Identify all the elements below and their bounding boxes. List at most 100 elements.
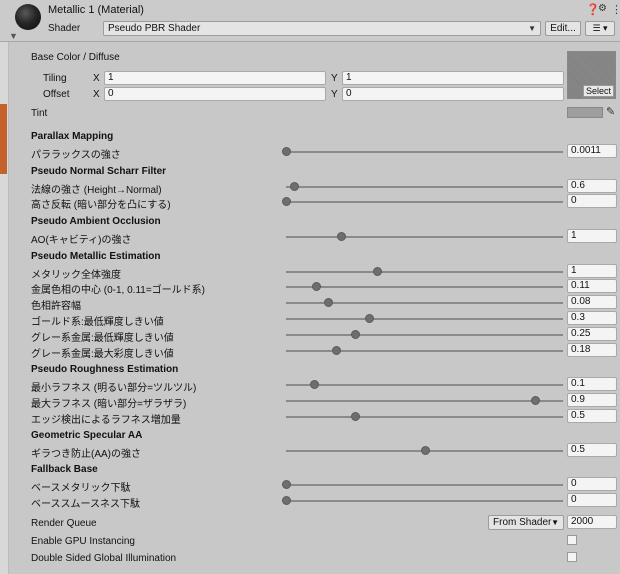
height-invert-slider-handle[interactable] — [282, 197, 291, 206]
base-smoothness-offset-slider-track[interactable] — [286, 500, 563, 502]
offset-x-label: X — [93, 89, 100, 100]
metal-hue-center-input[interactable]: 0.11 — [567, 279, 617, 293]
hue-tolerance-input[interactable]: 0.08 — [567, 295, 617, 309]
ao-strength-input[interactable]: 1 — [567, 229, 617, 243]
metallic-intensity-label: メタリック全体強度 — [31, 270, 121, 281]
shader-dropdown-value: Pseudo PBR Shader — [108, 23, 201, 34]
height-invert-slider-track[interactable] — [286, 201, 563, 203]
double-sided-gi-label: Double Sided Global Illumination — [31, 553, 177, 564]
offset-y-label: Y — [331, 89, 338, 100]
chevron-down-icon: ▼ — [551, 518, 559, 527]
tiling-y-label: Y — [331, 73, 338, 84]
hue-tolerance-slider-handle[interactable] — [323, 298, 333, 307]
shader-options-button[interactable]: ☰ ▾ — [585, 21, 615, 36]
specular-aa-strength-input[interactable]: 0.5 — [567, 443, 617, 457]
edge-roughness-boost-input[interactable]: 0.5 — [567, 409, 617, 423]
normal-strength-label: 法線の強さ (Height→Normal) — [31, 185, 162, 196]
gray-min-luminance-label: グレー系金属:最低輝度しきい値 — [31, 333, 174, 344]
offset-label: Offset — [43, 89, 70, 100]
max-roughness-slider-track[interactable] — [286, 400, 563, 402]
section-title: Geometric Specular AA — [31, 430, 143, 441]
gold-min-luminance-input[interactable]: 0.3 — [567, 311, 617, 325]
base-metallic-offset-slider-track[interactable] — [286, 484, 563, 486]
metallic-intensity-slider-track[interactable] — [286, 271, 563, 273]
base-smoothness-offset-input[interactable]: 0 — [567, 493, 617, 507]
parallax-strength-input[interactable]: 0.0011 — [567, 144, 617, 158]
normal-strength-slider-handle[interactable] — [290, 182, 300, 191]
texture-select-button[interactable]: Select — [582, 85, 614, 97]
ao-strength-label: AO(キャビティ)の強さ — [31, 235, 132, 246]
ao-strength-slider-track[interactable] — [286, 236, 563, 238]
accent-strip — [0, 104, 7, 174]
metallic-intensity-slider-handle[interactable] — [373, 267, 383, 276]
base-color-title: Base Color / Diffuse — [31, 52, 120, 63]
base-smoothness-offset-label: ベーススムースネス下駄 — [31, 499, 140, 510]
metallic-intensity-input[interactable]: 1 — [567, 264, 617, 278]
edge-roughness-boost-label: エッジ検出によるラフネス増加量 — [31, 415, 181, 426]
tiling-label: Tiling — [43, 73, 67, 84]
metal-hue-center-slider-track[interactable] — [286, 286, 563, 288]
min-roughness-input[interactable]: 0.1 — [567, 377, 617, 391]
parallax-strength-slider-track[interactable] — [286, 151, 563, 153]
gold-min-luminance-label: ゴールド系:最低輝度しきい値 — [31, 317, 164, 328]
hue-tolerance-label: 色相許容幅 — [31, 301, 81, 312]
parallax-strength-label: パララックスの強さ — [31, 150, 121, 161]
normal-strength-slider-track[interactable] — [286, 186, 563, 188]
normal-strength-input[interactable]: 0.6 — [567, 179, 617, 193]
base-metallic-offset-input[interactable]: 0 — [567, 477, 617, 491]
double-sided-gi-checkbox[interactable] — [567, 552, 577, 562]
chevron-down-icon: ▼ — [528, 24, 536, 33]
specular-aa-strength-slider-handle[interactable] — [420, 446, 430, 455]
min-roughness-slider-track[interactable] — [286, 384, 563, 386]
shader-dropdown[interactable]: Pseudo PBR Shader ▼ — [103, 21, 541, 36]
base-smoothness-offset-slider-handle[interactable] — [282, 496, 291, 505]
gray-min-luminance-slider-track[interactable] — [286, 334, 563, 336]
edit-shader-button[interactable]: Edit... — [545, 21, 581, 36]
collapse-arrow-icon[interactable]: ▼ — [9, 31, 18, 41]
tint-label: Tint — [31, 108, 48, 119]
ao-strength-slider-handle[interactable] — [337, 232, 347, 241]
parallax-strength-slider-handle[interactable] — [282, 147, 291, 156]
tiling-x-input[interactable]: 1 — [104, 71, 326, 85]
metal-hue-center-slider-handle[interactable] — [312, 282, 322, 291]
gold-min-luminance-slider-track[interactable] — [286, 318, 563, 320]
tiling-x-label: X — [93, 73, 100, 84]
gray-max-saturation-slider-track[interactable] — [286, 350, 563, 352]
min-roughness-slider-handle[interactable] — [309, 380, 319, 389]
max-roughness-label: 最大ラフネス (暗い部分=ザラザラ) — [31, 399, 187, 410]
height-invert-input[interactable]: 0 — [567, 194, 617, 208]
gray-max-saturation-label: グレー系金属:最大彩度しきい値 — [31, 349, 174, 360]
gray-max-saturation-slider-handle[interactable] — [331, 346, 341, 355]
section-title: Fallback Base — [31, 464, 98, 475]
gpu-instancing-checkbox[interactable] — [567, 535, 577, 545]
max-roughness-slider-handle[interactable] — [531, 396, 541, 405]
material-title: Metallic 1 (Material) — [48, 4, 144, 16]
edge-roughness-boost-slider-track[interactable] — [286, 416, 563, 418]
render-queue-dropdown[interactable]: From Shader ▼ — [488, 515, 564, 530]
eyedropper-icon[interactable]: ✎ — [606, 105, 615, 118]
edge-roughness-boost-slider-handle[interactable] — [351, 412, 361, 421]
section-title: Parallax Mapping — [31, 131, 114, 142]
base-metallic-offset-label: ベースメタリック下駄 — [31, 483, 131, 494]
gray-max-saturation-input[interactable]: 0.18 — [567, 343, 617, 357]
gold-min-luminance-slider-handle[interactable] — [365, 314, 375, 323]
gray-min-luminance-slider-handle[interactable] — [351, 330, 361, 339]
section-title: Pseudo Ambient Occlusion — [31, 216, 161, 227]
max-roughness-input[interactable]: 0.9 — [567, 393, 617, 407]
material-header: ▼ Metallic 1 (Material) ❓ ⚙ ⋮ Shader Pse… — [0, 0, 620, 42]
render-queue-label: Render Queue — [31, 518, 97, 529]
offset-y-input[interactable]: 0 — [342, 87, 564, 101]
min-roughness-label: 最小ラフネス (明るい部分=ツルツル) — [31, 383, 197, 394]
offset-x-input[interactable]: 0 — [104, 87, 326, 101]
tint-color-swatch[interactable] — [567, 107, 603, 118]
left-gutter — [0, 42, 9, 574]
specular-aa-strength-label: ギラつき防止(AA)の強さ — [31, 449, 141, 460]
gray-min-luminance-input[interactable]: 0.25 — [567, 327, 617, 341]
material-preview-sphere[interactable] — [15, 4, 41, 30]
kebab-menu-icon[interactable]: ⋮ — [611, 3, 620, 16]
base-metallic-offset-slider-handle[interactable] — [282, 480, 291, 489]
render-queue-input[interactable]: 2000 — [567, 515, 617, 529]
preset-icon[interactable]: ⚙ — [598, 3, 607, 14]
tiling-y-input[interactable]: 1 — [342, 71, 564, 85]
base-texture-slot[interactable]: Select — [567, 51, 616, 99]
